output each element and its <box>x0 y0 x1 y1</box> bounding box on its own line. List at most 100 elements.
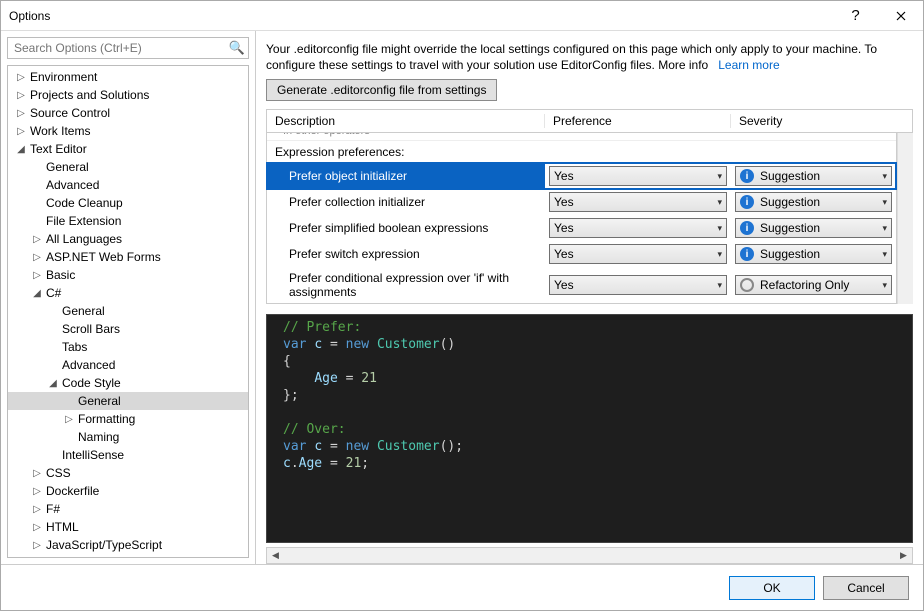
col-severity[interactable]: Severity <box>731 114 912 128</box>
severity-combo[interactable]: iSuggestion▾ <box>735 244 892 264</box>
tree-twisty-icon[interactable]: ▷ <box>30 252 44 263</box>
tree-twisty-icon[interactable]: ◢ <box>30 288 44 299</box>
left-panel: 🔍 ▷Environment▷Projects and Solutions▷So… <box>1 31 256 564</box>
severity-combo[interactable]: iSuggestion▾ <box>735 218 892 238</box>
options-tree[interactable]: ▷Environment▷Projects and Solutions▷Sour… <box>7 65 249 558</box>
tree-item-label: Advanced <box>60 358 115 372</box>
ok-button[interactable]: OK <box>729 576 815 600</box>
settings-row[interactable]: Prefer collection initializerYes▾iSugges… <box>267 189 896 215</box>
generate-editorconfig-button[interactable]: Generate .editorconfig file from setting… <box>266 79 497 101</box>
col-preference[interactable]: Preference <box>545 114 731 128</box>
search-icon[interactable]: 🔍 <box>226 40 248 56</box>
right-panel: Your .editorconfig file might override t… <box>256 31 923 564</box>
tree-twisty-icon[interactable]: ◢ <box>14 144 28 155</box>
chevron-down-icon: ▾ <box>882 171 887 182</box>
tree-item[interactable]: ▷Formatting <box>8 410 248 428</box>
tree-item[interactable]: ▷Projects and Solutions <box>8 86 248 104</box>
tree-item[interactable]: ▷JavaScript/TypeScript <box>8 536 248 554</box>
tree-item[interactable]: Code Cleanup <box>8 194 248 212</box>
preference-combo[interactable]: Yes▾ <box>549 244 727 264</box>
combo-value: Yes <box>554 278 574 292</box>
tree-item-label: Source Control <box>28 106 110 120</box>
tree-item[interactable]: ▷All Languages <box>8 230 248 248</box>
tree-item[interactable]: ▷Source Control <box>8 104 248 122</box>
tree-item-label: All Languages <box>44 232 122 246</box>
tree-item[interactable]: Scroll Bars <box>8 320 248 338</box>
tree-item[interactable]: ◢Text Editor <box>8 140 248 158</box>
tree-item[interactable]: Naming <box>8 428 248 446</box>
tree-twisty-icon[interactable]: ▷ <box>30 504 44 515</box>
severity-combo[interactable]: iSuggestion▾ <box>735 166 892 186</box>
tree-item-label: CSS <box>44 466 71 480</box>
tree-twisty-icon[interactable]: ▷ <box>62 414 76 425</box>
row-description: Prefer switch expression <box>267 241 545 267</box>
help-button[interactable]: ? <box>833 1 878 31</box>
tree-item-label: HTML <box>44 520 79 534</box>
severity-combo[interactable]: Refactoring Only▾ <box>735 275 892 295</box>
search-input[interactable] <box>8 41 226 55</box>
tree-item-label: JavaScript/TypeScript <box>44 538 162 552</box>
tree-twisty-icon[interactable]: ▷ <box>30 468 44 479</box>
settings-row[interactable]: Prefer conditional expression over 'if' … <box>267 267 896 303</box>
tree-twisty-icon[interactable]: ▷ <box>14 90 28 101</box>
combo-value: Suggestion <box>760 195 820 209</box>
grid-header: Description Preference Severity <box>266 109 913 133</box>
tree-twisty-icon[interactable]: ▷ <box>30 270 44 281</box>
preference-combo[interactable]: Yes▾ <box>549 192 727 212</box>
tree-item[interactable]: ▷Environment <box>8 68 248 86</box>
chevron-down-icon: ▾ <box>717 280 722 291</box>
tree-item[interactable]: File Extension <box>8 212 248 230</box>
tree-item-label: Text Editor <box>28 142 87 156</box>
horizontal-scrollbar[interactable]: ◀ ▶ <box>266 547 913 564</box>
severity-icon: i <box>740 247 754 261</box>
tree-item[interactable]: IntelliSense <box>8 446 248 464</box>
tree-twisty-icon[interactable]: ▷ <box>30 540 44 551</box>
tree-item[interactable]: ▷Work Items <box>8 122 248 140</box>
tree-twisty-icon[interactable]: ▷ <box>30 522 44 533</box>
tree-twisty-icon[interactable]: ▷ <box>14 126 28 137</box>
tree-item[interactable]: General <box>8 158 248 176</box>
chevron-down-icon: ▾ <box>717 197 722 208</box>
tree-item[interactable]: ▷CSS <box>8 464 248 482</box>
tree-item[interactable]: ▷ASP.NET Web Forms <box>8 248 248 266</box>
combo-value: Suggestion <box>760 221 820 235</box>
tree-item[interactable]: General <box>8 392 248 410</box>
tree-item[interactable]: Advanced <box>8 356 248 374</box>
tree-twisty-icon[interactable]: ▷ <box>14 108 28 119</box>
scroll-left-icon[interactable]: ◀ <box>267 548 284 563</box>
tree-item[interactable]: Tabs <box>8 338 248 356</box>
tree-item[interactable]: ▷F# <box>8 500 248 518</box>
combo-value: Refactoring Only <box>760 278 849 292</box>
severity-icon: i <box>740 169 754 183</box>
scroll-right-icon[interactable]: ▶ <box>895 548 912 563</box>
tree-item-label: ASP.NET Web Forms <box>44 250 161 264</box>
learn-more-link[interactable]: Learn more <box>718 58 779 72</box>
severity-combo[interactable]: iSuggestion▾ <box>735 192 892 212</box>
tree-twisty-icon[interactable]: ▷ <box>14 72 28 83</box>
preference-combo[interactable]: Yes ▾ <box>549 275 727 295</box>
col-description[interactable]: Description <box>267 114 545 128</box>
tree-twisty-icon[interactable]: ◢ <box>46 378 60 389</box>
tree-item[interactable]: General <box>8 302 248 320</box>
preference-combo[interactable]: Yes▾ <box>549 218 727 238</box>
tree-item[interactable]: ◢Code Style <box>8 374 248 392</box>
close-button[interactable] <box>878 1 923 31</box>
tree-item[interactable]: ▷Dockerfile <box>8 482 248 500</box>
dialog-footer: OK Cancel <box>1 564 923 610</box>
settings-row[interactable]: Prefer object initializerYes▾iSuggestion… <box>267 163 896 189</box>
search-box[interactable]: 🔍 <box>7 37 249 59</box>
tree-item[interactable]: ◢C# <box>8 284 248 302</box>
grid-vertical-scrollbar[interactable] <box>897 133 913 304</box>
combo-value: Yes <box>554 169 574 183</box>
tree-item-label: Formatting <box>76 412 135 426</box>
cancel-button[interactable]: Cancel <box>823 576 909 600</box>
code-preview: // Prefer: var c = new Customer() { Age … <box>266 314 913 543</box>
tree-item[interactable]: Advanced <box>8 176 248 194</box>
settings-row[interactable]: Prefer switch expressionYes▾ iSuggestion▾ <box>267 241 896 267</box>
tree-item[interactable]: ▷HTML <box>8 518 248 536</box>
preference-combo[interactable]: Yes▾ <box>549 166 727 186</box>
tree-twisty-icon[interactable]: ▷ <box>30 486 44 497</box>
tree-item[interactable]: ▷Basic <box>8 266 248 284</box>
tree-twisty-icon[interactable]: ▷ <box>30 234 44 245</box>
settings-row[interactable]: Prefer simplified boolean expressionsYes… <box>267 215 896 241</box>
